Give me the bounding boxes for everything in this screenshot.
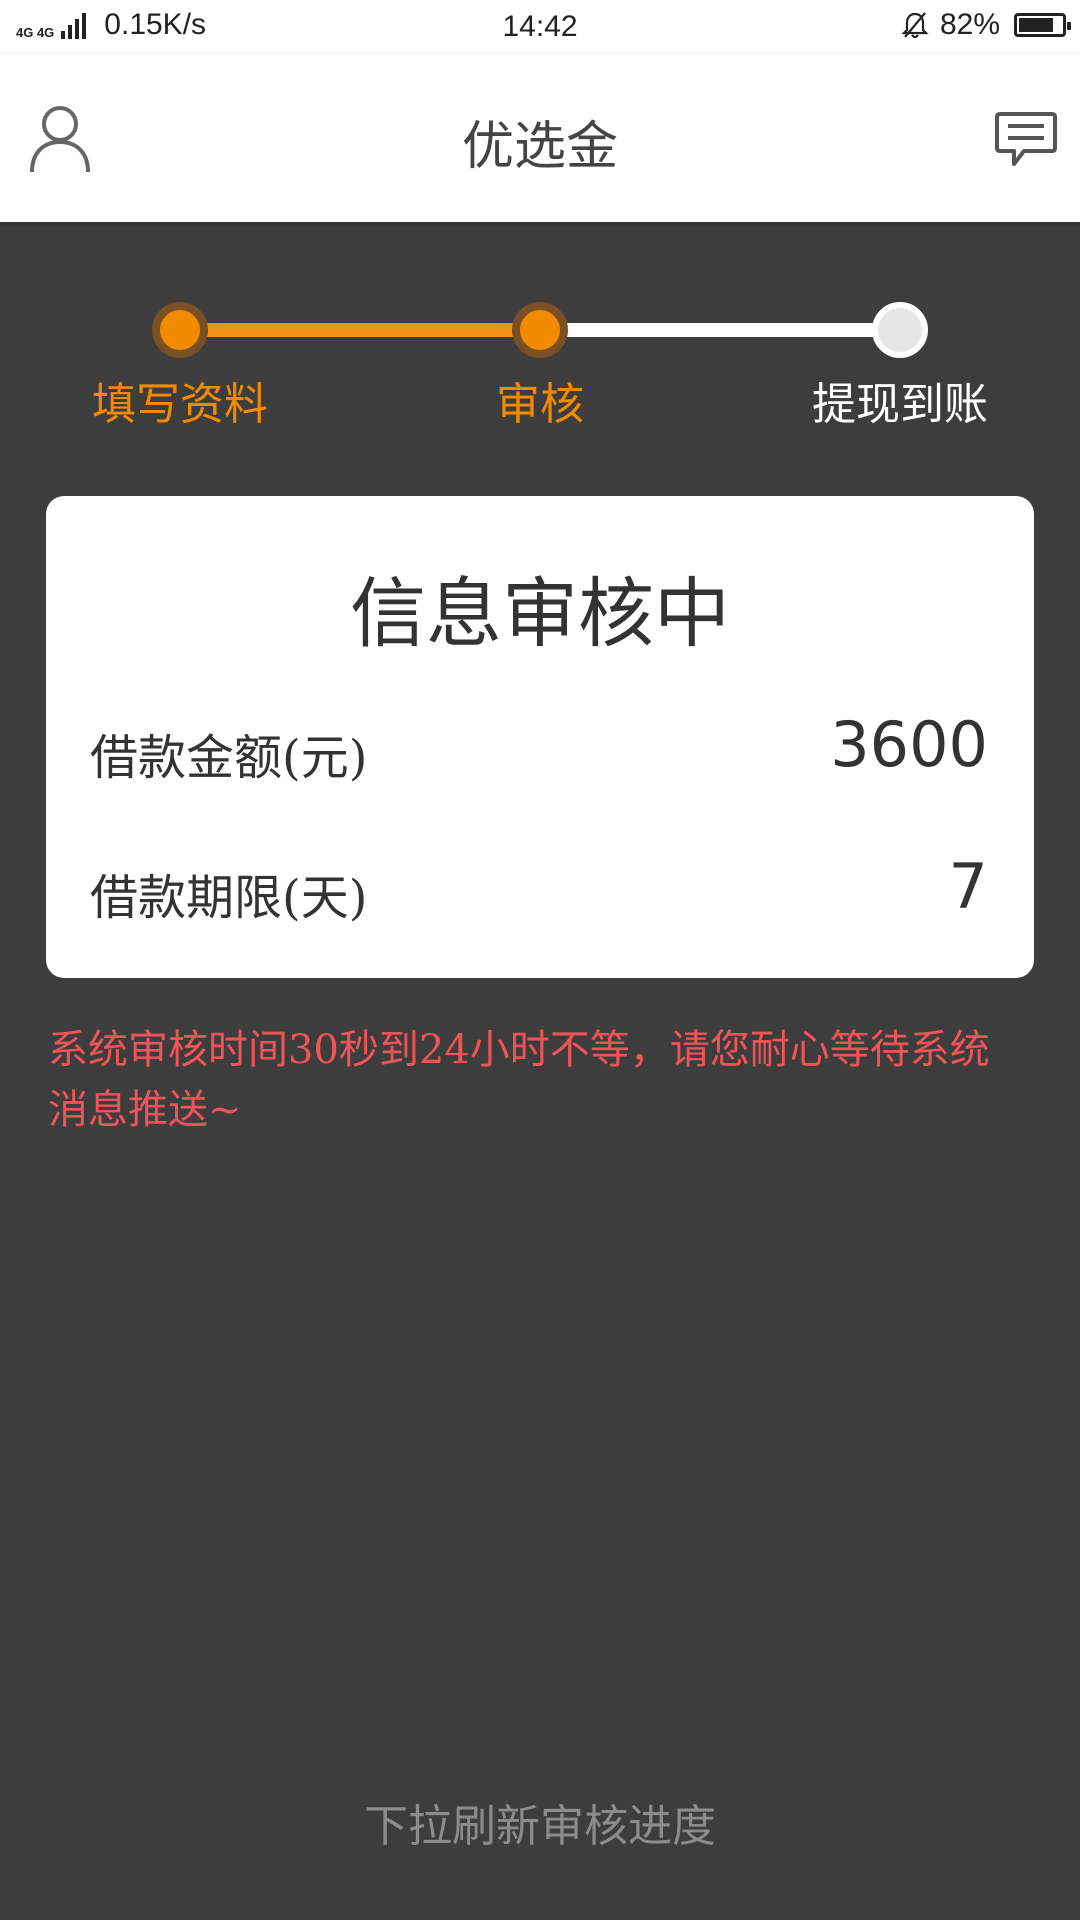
loan-term-value: 7 xyxy=(948,850,988,923)
progress-steps: 填写资料 审核 提现到账 xyxy=(0,290,1080,430)
review-card: 信息审核中 借款金额(元) 3600 借款期限(天) 7 xyxy=(46,496,1034,978)
review-notice: 系统审核时间30秒到24小时不等，请您耐心等待系统消息推送~ xyxy=(48,1027,990,1133)
status-bar: 4G 4G 0.15K/s 14:42 82% xyxy=(0,0,1080,54)
step-node-withdraw xyxy=(872,302,928,358)
battery-icon xyxy=(1014,13,1071,37)
card-title: 信息审核中 xyxy=(350,569,730,658)
battery-percent: 82% xyxy=(939,8,1000,41)
battery-level xyxy=(1019,18,1053,32)
app-bar: 优选金 xyxy=(0,54,1080,222)
loan-amount-value: 3600 xyxy=(830,708,988,781)
step-label-review: 审核 xyxy=(496,379,584,430)
bell-muted-icon xyxy=(901,12,929,39)
pull-to-refresh-hint: 下拉刷新审核进度 xyxy=(364,1801,716,1852)
progress-track-done xyxy=(180,323,540,337)
loan-amount-label: 借款金额(元) xyxy=(90,730,368,786)
page-title: 优选金 xyxy=(461,117,618,177)
progress-track-pending xyxy=(540,323,900,337)
step-node-review xyxy=(512,302,568,358)
step-label-withdraw: 提现到账 xyxy=(812,379,988,430)
loan-term-label: 借款期限(天) xyxy=(90,870,368,926)
step-label-fill-info: 填写资料 xyxy=(92,379,268,430)
step-node-fill-info xyxy=(152,302,208,358)
status-right: 82% xyxy=(900,8,1071,42)
message-icon[interactable] xyxy=(994,110,1058,170)
